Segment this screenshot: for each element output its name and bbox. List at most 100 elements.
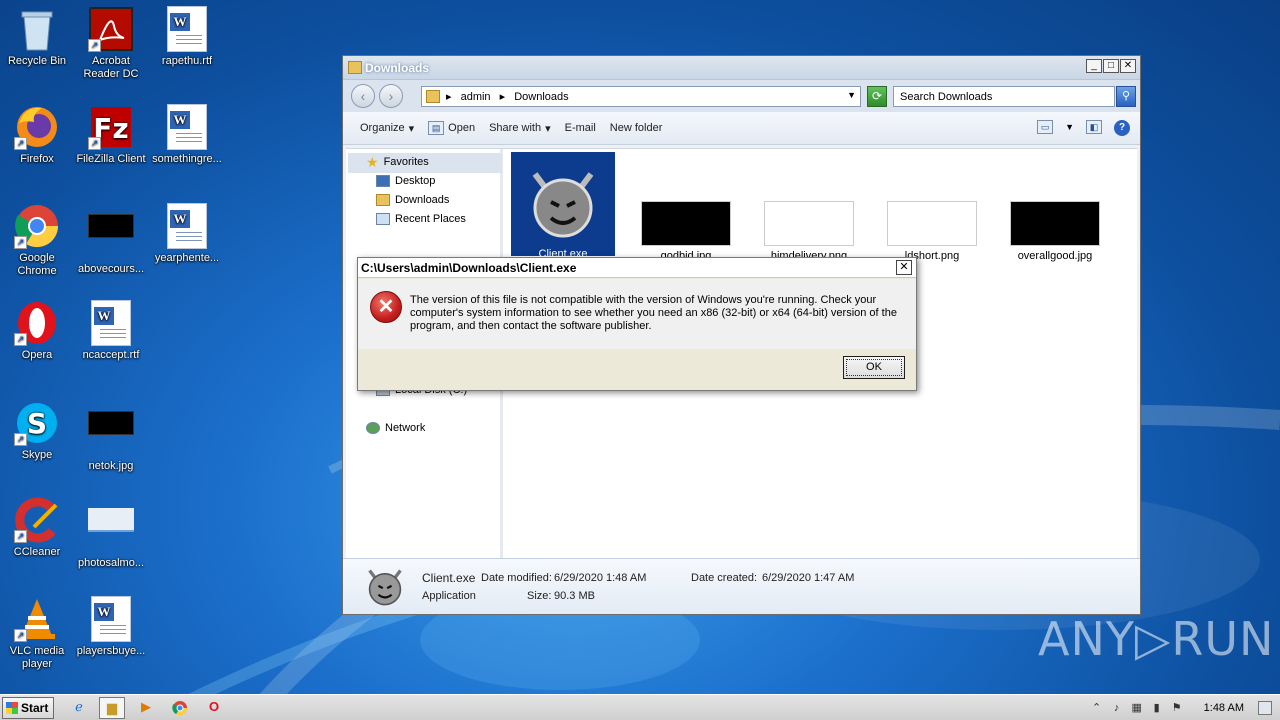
word-doc-icon: W	[164, 203, 210, 249]
refresh-button[interactable]: ⟳	[867, 86, 887, 107]
desktop-icon-filezilla[interactable]: Fz ↗ FileZilla Client	[74, 104, 148, 166]
acrobat-icon: ↗	[88, 6, 134, 52]
breadcrumb-downloads[interactable]: Downloads	[514, 91, 568, 103]
file-item-godbid[interactable]: godbid.jpg	[633, 201, 739, 262]
desktop-icon-recycle-bin[interactable]: Recycle Bin	[0, 6, 74, 68]
nav-downloads[interactable]: Downloads	[376, 194, 449, 206]
desktop-icon-yearphente[interactable]: W yearphente...	[150, 203, 224, 265]
recent-places-icon	[376, 213, 390, 225]
desktop-icon-ccleaner[interactable]: ↗ CCleaner	[0, 497, 74, 559]
star-icon: ★	[366, 154, 379, 170]
change-view-icon[interactable]: ▭	[1037, 120, 1054, 134]
desktop-icon-opera[interactable]: ↗ Opera	[0, 300, 74, 362]
action-center-flag-icon[interactable]: ⚑	[1170, 701, 1184, 715]
word-doc-icon: W	[164, 6, 210, 52]
firefox-icon: ↗	[14, 104, 60, 150]
address-bar[interactable]: ▸ admin ▸ Downloads ▼	[421, 86, 861, 107]
help-icon[interactable]: ?	[1114, 120, 1130, 136]
preview-pane-icon[interactable]: ◧	[1086, 120, 1102, 134]
desktop-icon-vlc[interactable]: ↗ VLC media player	[0, 596, 74, 671]
open-button[interactable]: ▤ Open	[421, 121, 482, 135]
back-button[interactable]: ‹	[351, 84, 375, 108]
error-dialog[interactable]: C:\Users\admin\Downloads\Client.exe ✕ ✕ …	[357, 257, 917, 391]
dialog-message: The version of this file is not compatib…	[410, 294, 897, 332]
taskbar-media-player-icon[interactable]: ▶	[133, 697, 159, 719]
nav-favorites[interactable]: ★ Favorites	[366, 154, 429, 170]
dialog-titlebar[interactable]: C:\Users\admin\Downloads\Client.exe ✕	[358, 258, 916, 278]
window-titlebar[interactable]: Downloads _ □ ✕	[343, 56, 1140, 80]
shortcut-arrow-icon: ↗	[14, 236, 27, 249]
desktop-icon-playersbuye[interactable]: W playersbuye...	[74, 596, 148, 658]
start-button[interactable]: Start	[2, 697, 54, 719]
email-button[interactable]: E-mail	[558, 122, 603, 134]
vlc-cone-icon: ↗	[14, 596, 60, 642]
breadcrumb: ▸ admin ▸ Downloads	[446, 90, 575, 103]
file-item-ldshort[interactable]: ldshort.png	[879, 201, 985, 262]
details-created-label: Date created:	[691, 572, 758, 584]
power-icon[interactable]: ▮	[1150, 701, 1164, 715]
chevron-down-icon[interactable]: ▼	[847, 90, 856, 100]
file-name: overallgood.jpg	[1017, 250, 1093, 262]
ok-button[interactable]: OK	[843, 356, 905, 379]
desktop-icon-photosalmo[interactable]: photosalmo...	[74, 497, 148, 570]
show-hidden-icons-icon[interactable]: ⌃	[1090, 701, 1104, 715]
details-size-value: 90.3 MB	[554, 590, 595, 602]
details-size-label: Size:	[527, 590, 552, 602]
desktop-icon-rapethu[interactable]: W rapethu.rtf	[150, 6, 224, 68]
image-thumbnail-icon	[88, 214, 134, 260]
opera-icon: ↗	[14, 300, 60, 346]
clock[interactable]: 1:48 AM	[1204, 702, 1244, 714]
taskbar-opera-icon[interactable]: O	[201, 697, 227, 719]
search-input[interactable]: Search Downloads	[893, 86, 1115, 107]
file-item-client-exe[interactable]: Client.exe	[510, 152, 616, 260]
organize-button[interactable]: Organize ▾	[353, 122, 421, 135]
close-button[interactable]: ✕	[1120, 59, 1136, 73]
details-pane: Client.exe Application Date modified: 6/…	[343, 558, 1140, 614]
taskbar-chrome-icon[interactable]	[167, 697, 193, 719]
share-with-button[interactable]: Share with ▾	[482, 122, 558, 135]
new-folder-button[interactable]: New folder	[603, 122, 670, 134]
nav-desktop[interactable]: Desktop	[376, 175, 435, 187]
chrome-icon: ↗	[14, 203, 60, 249]
shortcut-arrow-icon: ↗	[14, 333, 27, 346]
desktop-icon-acrobat[interactable]: ↗ Acrobat Reader DC	[74, 6, 148, 81]
breadcrumb-admin[interactable]: admin	[461, 91, 491, 103]
details-modified-value: 6/29/2020 1:48 AM	[554, 572, 647, 584]
dialog-body: ✕ The version of this file is not compat…	[358, 279, 916, 349]
command-bar: Organize ▾ ▤ Open Share with ▾ E-mail New f…	[343, 112, 1140, 145]
network-tray-icon[interactable]: ▦	[1130, 701, 1144, 715]
shortcut-arrow-icon: ↗	[88, 39, 101, 52]
windows-logo-icon	[6, 702, 18, 714]
forward-button[interactable]: ›	[379, 84, 403, 108]
downloads-folder-icon	[376, 194, 390, 206]
desktop-icon-chrome[interactable]: ↗ Google Chrome	[0, 203, 74, 278]
shortcut-arrow-icon: ↗	[14, 530, 27, 543]
desktop-icon-ncaccept[interactable]: W ncaccept.rtf	[74, 300, 148, 362]
taskbar-explorer-icon[interactable]: ▆	[99, 697, 125, 719]
desktop-icon-skype[interactable]: S ↗ Skype	[0, 400, 74, 462]
image-thumbnail-icon	[641, 201, 731, 246]
details-file-type: Application	[422, 590, 476, 602]
show-desktop-button[interactable]	[1258, 701, 1272, 715]
desktop-icon-netok[interactable]: netok.jpg	[74, 400, 148, 473]
desktop-icon-abovecours[interactable]: abovecours...	[74, 203, 148, 276]
file-item-overallgood[interactable]: overallgood.jpg	[1002, 201, 1108, 262]
watermark-logo: ANY▷RUN	[1038, 612, 1275, 666]
minimize-button[interactable]: _	[1086, 59, 1102, 73]
volume-icon[interactable]: ♪	[1110, 701, 1124, 715]
maximize-button[interactable]: □	[1103, 59, 1119, 73]
nav-network[interactable]: Network	[366, 422, 425, 434]
word-doc-icon: W	[88, 300, 134, 346]
chevron-down-icon: ▾	[545, 122, 551, 135]
dialog-close-button[interactable]: ✕	[896, 260, 912, 275]
search-icon[interactable]: ⚲	[1116, 86, 1136, 107]
nav-recent-places[interactable]: Recent Places	[376, 213, 466, 225]
chevron-down-icon[interactable]: ▼	[1065, 120, 1074, 136]
taskbar-ie-icon[interactable]: ℯ	[66, 697, 92, 719]
network-icon	[366, 422, 380, 434]
desktop-icon-somethingre[interactable]: W somethingre...	[150, 104, 224, 166]
image-thumbnail-icon	[764, 201, 854, 246]
desktop-icon-firefox[interactable]: ↗ Firefox	[0, 104, 74, 166]
file-item-himdelivery[interactable]: himdelivery.png	[756, 201, 862, 262]
breadcrumb-separator-icon: ▸	[446, 91, 452, 103]
